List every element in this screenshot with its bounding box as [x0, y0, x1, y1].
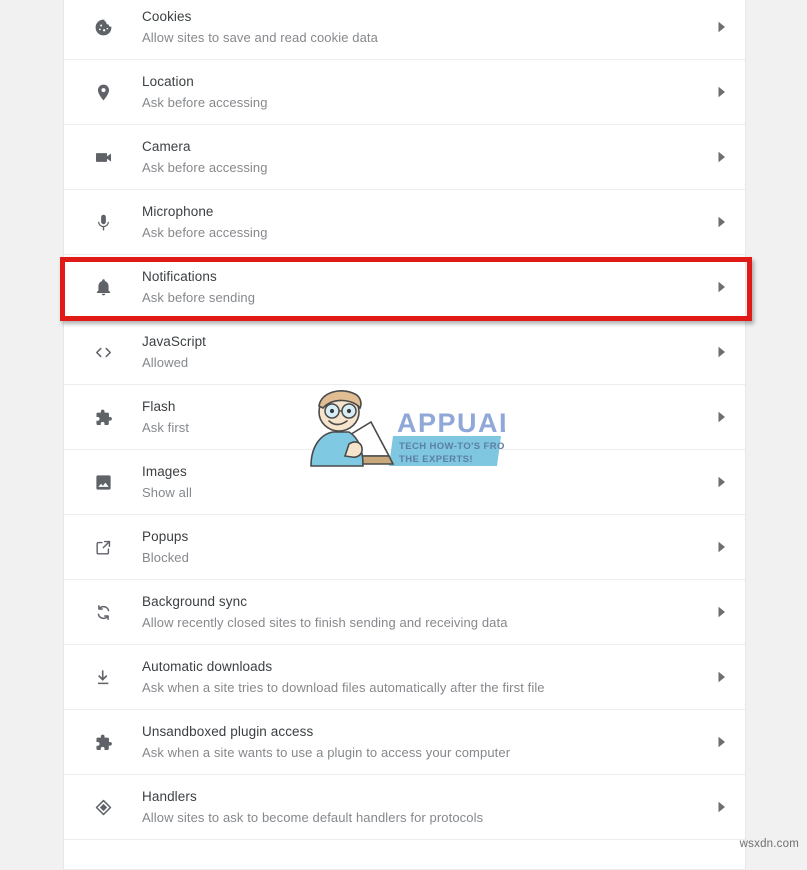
- settings-row-subtitle: Ask when a site tries to download files …: [142, 680, 545, 695]
- settings-row-text: Cookies Allow sites to save and read cook…: [124, 7, 697, 47]
- settings-row-subtitle: Ask when a site wants to use a plugin to…: [142, 745, 511, 760]
- chevron-right-icon[interactable]: [697, 606, 745, 618]
- settings-row-subtitle: Blocked: [142, 550, 189, 565]
- settings-row-flash[interactable]: Flash Ask first: [64, 385, 745, 450]
- image-icon: [82, 473, 124, 492]
- chevron-right-icon[interactable]: [697, 86, 745, 98]
- settings-row-camera[interactable]: Camera Ask before accessing: [64, 125, 745, 190]
- settings-row-text: Location Ask before accessing: [124, 72, 697, 112]
- chevron-right-icon[interactable]: [697, 21, 745, 33]
- settings-row-title: Cookies: [142, 9, 192, 24]
- settings-row-subtitle: Ask before sending: [142, 290, 256, 305]
- settings-row-cookies[interactable]: Cookies Allow sites to save and read cook…: [64, 0, 745, 60]
- chevron-right-icon[interactable]: [697, 736, 745, 748]
- download-icon: [82, 668, 124, 687]
- settings-row-subtitle: Allow sites to ask to become default han…: [142, 810, 484, 825]
- settings-row-title: Background sync: [142, 594, 248, 609]
- settings-row-subtitle: Ask before accessing: [142, 160, 268, 175]
- settings-row-subtitle: Allowed: [142, 355, 189, 370]
- settings-row-handlers[interactable]: Handlers Allow sites to ask to become def…: [64, 775, 745, 840]
- popup-window-icon: [82, 538, 124, 557]
- settings-row-text: Automatic downloads Ask when a site tries…: [124, 657, 697, 697]
- settings-row-title: Flash: [142, 399, 176, 414]
- settings-row-title: Images: [142, 464, 187, 479]
- chevron-right-icon[interactable]: [697, 281, 745, 293]
- settings-row-title: JavaScript: [142, 334, 207, 349]
- settings-row-notifications[interactable]: Notifications Ask before sending: [64, 255, 745, 320]
- settings-row-text: Unsandboxed plugin access Ask when a site…: [124, 722, 697, 762]
- settings-row-subtitle: Allow sites to save and read cookie data: [142, 30, 378, 45]
- puzzle-piece-icon: [82, 408, 124, 427]
- camera-icon: [82, 148, 124, 167]
- settings-row-text: Camera Ask before accessing: [124, 137, 697, 177]
- settings-row-microphone[interactable]: Microphone Ask before accessing: [64, 190, 745, 255]
- settings-row-background-sync[interactable]: Background sync Allow recently closed sit…: [64, 580, 745, 645]
- content-settings-card: Cookies Allow sites to save and read cook…: [64, 0, 745, 870]
- settings-row-images[interactable]: Images Show all: [64, 450, 745, 515]
- chevron-right-icon[interactable]: [697, 476, 745, 488]
- puzzle-piece-icon: [82, 733, 124, 752]
- settings-row-subtitle: Show all: [142, 485, 192, 500]
- settings-row-title: Camera: [142, 139, 191, 154]
- bell-icon: [82, 278, 124, 297]
- settings-row-text: Flash Ask first: [124, 397, 697, 437]
- sync-arrows-icon: [82, 603, 124, 622]
- settings-row-text: Popups Blocked: [124, 527, 697, 567]
- chevron-right-icon[interactable]: [697, 541, 745, 553]
- settings-row-text: Microphone Ask before accessing: [124, 202, 697, 242]
- settings-content-page: Cookies Allow sites to save and read cook…: [0, 0, 807, 870]
- chevron-right-icon[interactable]: [697, 151, 745, 163]
- chevron-right-icon[interactable]: [697, 801, 745, 813]
- cookie-icon: [82, 18, 124, 37]
- settings-row-partial[interactable]: [64, 840, 745, 870]
- settings-row-title: Popups: [142, 529, 189, 544]
- settings-row-text: JavaScript Allowed: [124, 332, 697, 372]
- settings-row-title: Notifications: [142, 269, 217, 284]
- settings-row-title: Location: [142, 74, 194, 89]
- chevron-right-icon[interactable]: [697, 671, 745, 683]
- settings-row-title: Handlers: [142, 789, 197, 804]
- code-brackets-icon: [82, 343, 124, 362]
- settings-row-text: Notifications Ask before sending: [124, 267, 697, 307]
- handlers-diamond-icon: [82, 798, 124, 817]
- location-pin-icon: [82, 83, 124, 102]
- chevron-right-icon[interactable]: [697, 346, 745, 358]
- settings-row-text: Images Show all: [124, 462, 697, 502]
- settings-row-subtitle: Ask first: [142, 420, 190, 435]
- source-url-watermark: wsxdn.com: [739, 838, 799, 850]
- chevron-right-icon[interactable]: [697, 216, 745, 228]
- settings-row-subtitle: Ask before accessing: [142, 95, 268, 110]
- settings-row-text: Handlers Allow sites to ask to become def…: [124, 787, 697, 827]
- settings-row-subtitle: Ask before accessing: [142, 225, 268, 240]
- chevron-right-icon[interactable]: [697, 411, 745, 423]
- settings-row-automatic-downloads[interactable]: Automatic downloads Ask when a site tries…: [64, 645, 745, 710]
- settings-row-title: Unsandboxed plugin access: [142, 724, 314, 739]
- settings-row-subtitle: Allow recently closed sites to finish se…: [142, 615, 508, 630]
- settings-row-title: Automatic downloads: [142, 659, 273, 674]
- settings-row-title: Microphone: [142, 204, 214, 219]
- settings-row-unsandboxed-plugin-access[interactable]: Unsandboxed plugin access Ask when a site…: [64, 710, 745, 775]
- settings-row-location[interactable]: Location Ask before accessing: [64, 60, 745, 125]
- settings-row-text: Background sync Allow recently closed sit…: [124, 592, 697, 632]
- microphone-icon: [82, 213, 124, 232]
- settings-row-javascript[interactable]: JavaScript Allowed: [64, 320, 745, 385]
- settings-row-popups[interactable]: Popups Blocked: [64, 515, 745, 580]
